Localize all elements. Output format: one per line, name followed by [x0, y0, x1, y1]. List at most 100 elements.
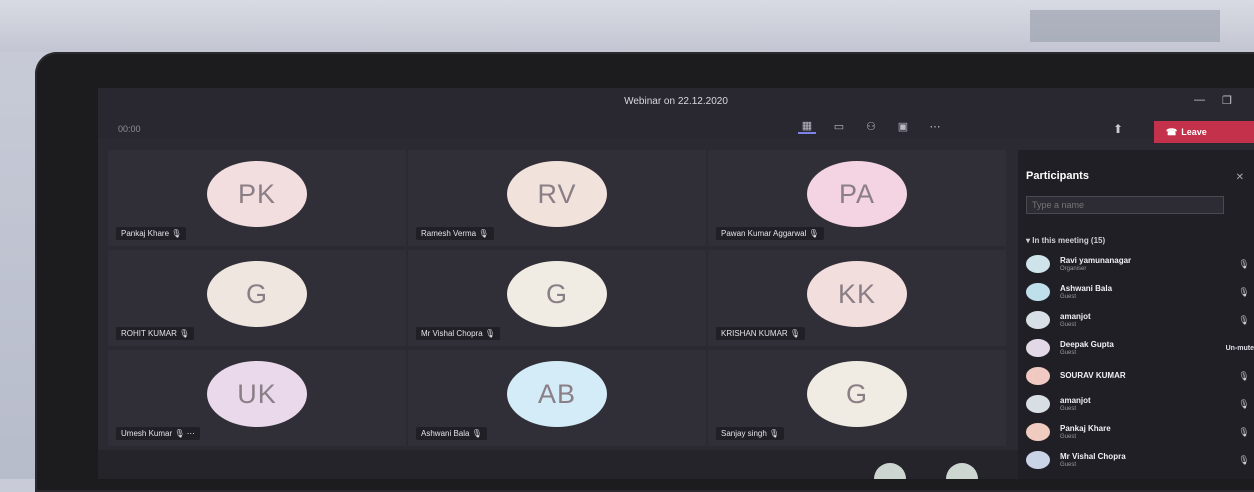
participant-list-item[interactable]: amanjot Guest 🎙: [1026, 390, 1254, 418]
participant-tile[interactable]: G Sanjay singh 🎙: [708, 350, 1006, 446]
close-icon[interactable]: ✕: [1236, 172, 1244, 183]
participant-name: ROHIT KUMAR 🎙: [116, 327, 195, 340]
participant-role: Guest: [1060, 294, 1077, 300]
participant-list-item[interactable]: Deepak Gupta Guest Un-mute: [1026, 334, 1254, 362]
participant-role: Guest: [1060, 350, 1077, 356]
participant-role: Organiser: [1060, 266, 1087, 272]
participant-tile[interactable]: G ROHIT KUMAR 🎙: [108, 250, 406, 346]
participant-list-item[interactable]: Mr Vishal Chopra Guest 🎙: [1026, 446, 1254, 474]
avatar: [1026, 339, 1050, 357]
mic-icon[interactable]: 🎙: [1234, 427, 1254, 438]
participant-name: Umesh Kumar 🎙 ⋯: [116, 427, 200, 440]
teams-meeting-window: Webinar on 22.12.2020 00:00 — ❐ ▦ ▭ ⚇ ▣ …: [98, 88, 1254, 479]
meeting-title: Webinar on 22.12.2020: [624, 96, 728, 107]
chat-icon[interactable]: ▭: [830, 119, 848, 133]
mic-icon: 🎙: [769, 429, 780, 438]
meeting-timer: 00:00: [118, 124, 141, 134]
mic-icon[interactable]: 🎙: [1234, 287, 1254, 298]
mic-icon: 🎙: [471, 429, 482, 438]
meeting-topbar: Webinar on 22.12.2020 00:00 — ❐ ▦ ▭ ⚇ ▣ …: [98, 88, 1254, 143]
maximize-icon[interactable]: ❐: [1222, 94, 1232, 107]
participant-tile[interactable]: PA Pawan Kumar Aggarwal 🎙: [708, 150, 1006, 246]
participant-role: Guest: [1060, 434, 1077, 440]
avatar: RV: [507, 161, 607, 228]
avatar: [1026, 423, 1050, 441]
participant-tile[interactable]: UK Umesh Kumar 🎙 ⋯: [108, 350, 406, 446]
wall-paper: [1030, 10, 1220, 42]
participant-role: Guest: [1060, 406, 1077, 412]
participant-tile[interactable]: PK Pankaj Khare 🎙: [108, 150, 406, 246]
participant-tile[interactable]: G Mr Vishal Chopra 🎙: [408, 250, 706, 346]
participant-name: Ramesh Verma 🎙: [416, 227, 494, 240]
avatar: [1026, 311, 1050, 329]
mic-icon: 🎙: [478, 229, 489, 238]
participant-role: Guest: [1060, 322, 1077, 328]
mic-icon: 🎙: [484, 329, 496, 338]
mic-icon[interactable]: 🎙: [1234, 371, 1254, 382]
participant-name: Ravi yamunanagar: [1060, 256, 1132, 265]
avatar: [1026, 367, 1050, 385]
participant-name: Pawan Kumar Aggarwal 🎙: [716, 227, 824, 240]
participant-list-item[interactable]: SOURAV KUMAR 🎙: [1026, 362, 1254, 390]
avatar: [1026, 395, 1050, 413]
avatar: G: [207, 261, 307, 328]
mic-icon: 🎙: [808, 229, 819, 238]
video-grid: PK Pankaj Khare 🎙 RV Ramesh Verma 🎙 PA P…: [108, 150, 1008, 450]
leave-button[interactable]: ☎ Leave: [1154, 121, 1254, 143]
mic-icon[interactable]: 🎙: [1234, 259, 1254, 270]
participant-list-item[interactable]: Ravi yamunanagar Organiser 🎙: [1026, 250, 1254, 278]
mic-icon: 🎙: [171, 229, 182, 238]
participant-name: Mr Vishal Chopra: [1060, 452, 1126, 461]
phone-icon: ☎: [1166, 126, 1178, 137]
avatar: AB: [507, 361, 607, 428]
unmute-status[interactable]: Un-mute: [1226, 345, 1254, 352]
avatar: [1026, 255, 1050, 273]
mic-icon[interactable]: 🎙: [1234, 399, 1254, 410]
participant-name: Deepak Gupta: [1060, 340, 1114, 349]
leave-button-label: Leave: [1181, 127, 1207, 137]
mic-icon: 🎙: [789, 329, 801, 338]
avatar: UK: [207, 361, 307, 428]
participant-list: Ravi yamunanagar Organiser 🎙 Ashwani Bala Gu…: [1026, 250, 1254, 474]
minimize-icon[interactable]: —: [1194, 94, 1205, 106]
participant-list-item[interactable]: Pankaj Khare Guest 🎙: [1026, 418, 1254, 446]
participant-tile[interactable]: RV Ramesh Verma 🎙: [408, 150, 706, 246]
participant-name: Mr Vishal Chopra 🎙: [416, 327, 501, 340]
meeting-toolbar: ▦ ▭ ⚇ ▣ ⋯: [798, 118, 944, 134]
more-icon: ⋯: [186, 429, 195, 438]
avatar: KK: [807, 261, 907, 328]
avatar: [1026, 451, 1050, 469]
grid-view-icon[interactable]: ▦: [798, 118, 816, 134]
mic-icon[interactable]: 🎙: [1234, 455, 1254, 466]
participant-name: KRISHAN KUMAR 🎙: [716, 327, 806, 340]
participant-name: amanjot: [1060, 396, 1091, 405]
mic-icon: 🎙: [179, 329, 190, 338]
mic-icon[interactable]: 🎙: [1234, 315, 1254, 326]
more-icon[interactable]: ⋯: [926, 119, 944, 133]
participant-search-input[interactable]: [1026, 196, 1224, 214]
participant-list-item[interactable]: Ashwani Bala Guest 🎙: [1026, 278, 1254, 306]
participant-name: Ashwani Bala: [1060, 284, 1113, 293]
participant-role: Guest: [1060, 462, 1077, 468]
participants-icon[interactable]: ⚇: [862, 119, 880, 133]
section-header[interactable]: ▾ In this meeting (15): [1026, 236, 1105, 245]
participant-name: Ashwani Bala 🎙: [416, 427, 487, 440]
avatar: G: [507, 261, 607, 328]
participants-panel: Participants ✕ ▾ In this meeting (15) Ra…: [1018, 150, 1254, 479]
avatar: [1026, 283, 1050, 301]
panel-title: Participants: [1026, 170, 1089, 182]
avatar: PK: [207, 161, 307, 228]
participant-name: SOURAV KUMAR: [1060, 371, 1126, 380]
participant-name: Sanjay singh 🎙: [716, 427, 785, 440]
avatar: G: [807, 361, 907, 428]
avatar: PA: [807, 161, 907, 228]
participant-tile[interactable]: AB Ashwani Bala 🎙: [408, 350, 706, 446]
participant-list-item[interactable]: amanjot Guest 🎙: [1026, 306, 1254, 334]
participant-tile[interactable]: KK KRISHAN KUMAR 🎙: [708, 250, 1006, 346]
video-icon[interactable]: ▣: [894, 119, 912, 133]
participant-name: Pankaj Khare: [1060, 424, 1111, 433]
participant-name: amanjot: [1060, 312, 1091, 321]
mic-icon: 🎙: [174, 429, 185, 438]
share-screen-icon[interactable]: ⬆: [1113, 122, 1123, 136]
participant-name: Pankaj Khare 🎙: [116, 227, 187, 240]
